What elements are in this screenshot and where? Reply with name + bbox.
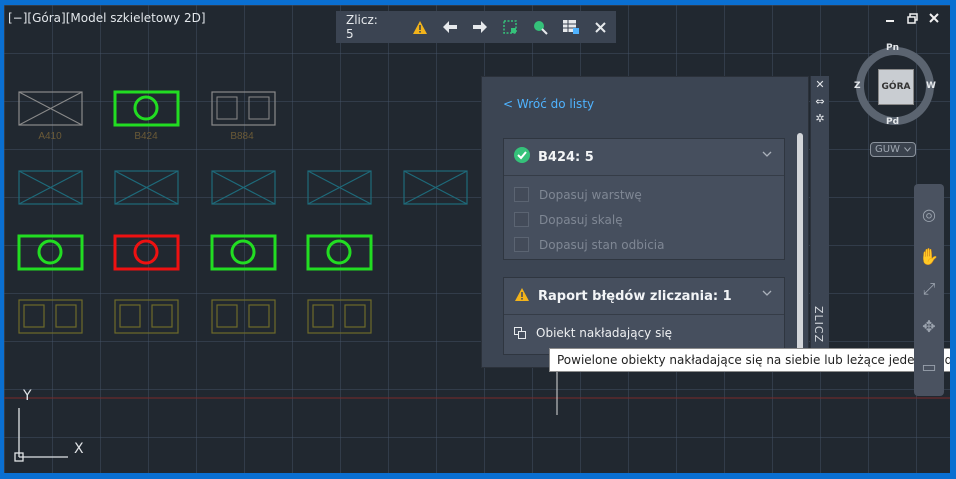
- compass-west[interactable]: Z: [854, 81, 861, 91]
- option-label: Dopasuj skalę: [539, 212, 623, 227]
- viewcube-face-top[interactable]: GÓRA: [878, 69, 914, 105]
- chevron-down-icon[interactable]: [762, 147, 772, 160]
- overlap-icon: [514, 327, 526, 339]
- option-label: Dopasuj stan odbicia: [539, 237, 665, 252]
- close-icon[interactable]: ✕: [811, 76, 829, 93]
- error-item-overlapping[interactable]: Obiekt nakładający się: [504, 315, 784, 351]
- block-label-a410: A410: [38, 131, 62, 142]
- next-arrow-icon[interactable]: [465, 13, 495, 41]
- orbit-icon[interactable]: ✥: [918, 316, 940, 338]
- close-icon[interactable]: [586, 13, 616, 41]
- drawing-viewport[interactable]: [−][Góra][Model szkieletowy 2D] A410 B42…: [4, 5, 950, 473]
- pan-hand-icon[interactable]: ✋: [918, 246, 940, 268]
- showmotion-icon[interactable]: ▭: [918, 356, 940, 378]
- error-report-card: Raport błędów zliczania: 1 Obiekt nakład…: [503, 277, 785, 355]
- count-label: Zlicz:: [346, 13, 378, 27]
- properties-icon[interactable]: ✲: [811, 110, 829, 127]
- block-b424-instance-4[interactable]: [306, 234, 373, 271]
- block-a410[interactable]: [18, 91, 83, 126]
- count-value: 5: [346, 27, 354, 41]
- block-count-title: B424: 5: [538, 149, 594, 165]
- count-toolbar: Zlicz: 5: [336, 11, 616, 43]
- error-item-label: Obiekt nakładający się: [536, 326, 673, 340]
- block-b424-highlighted[interactable]: [113, 90, 180, 127]
- back-to-list-link[interactable]: < Wróć do listy: [503, 97, 594, 111]
- palette-title-vertical: ZLICZ: [812, 306, 825, 344]
- zoom-object-icon[interactable]: [525, 13, 555, 41]
- compass-north[interactable]: Pn: [886, 43, 899, 53]
- option-label: Dopasuj warstwę: [539, 187, 642, 202]
- compass-south[interactable]: Pd: [886, 117, 899, 127]
- check-circle-icon: [514, 147, 530, 167]
- block-b884[interactable]: [211, 91, 276, 126]
- warning-icon: [514, 287, 530, 306]
- option-match-mirror[interactable]: Dopasuj stan odbicia: [504, 232, 784, 257]
- block-count-header[interactable]: B424: 5: [504, 139, 784, 176]
- count-palette: < Wróć do listy B424: 5 Dopasuj warstwę: [481, 76, 809, 368]
- option-match-layer[interactable]: Dopasuj warstwę: [504, 182, 784, 207]
- steering-wheel-icon[interactable]: ◎: [918, 204, 940, 226]
- block-row-b884-olive[interactable]: [18, 299, 372, 334]
- block-b424-instance-1[interactable]: [17, 234, 84, 271]
- block-count-card: B424: 5 Dopasuj warstwę Dopasuj skalę Do…: [503, 138, 785, 260]
- error-report-title: Raport błędów zliczania: 1: [538, 288, 732, 304]
- checkbox[interactable]: [514, 237, 529, 252]
- ucs-y-label: Y: [23, 388, 32, 404]
- zoom-extents-icon[interactable]: ⤢: [918, 278, 940, 300]
- block-b424-instance-3[interactable]: [210, 234, 277, 271]
- tooltip: Powielone obiekty nakładające się na sie…: [549, 348, 950, 372]
- option-match-scale[interactable]: Dopasuj skalę: [504, 207, 784, 232]
- ucs-x-label: X: [74, 441, 84, 457]
- palette-scrollbar[interactable]: [797, 133, 803, 363]
- block-label-b424: B424: [134, 131, 158, 142]
- block-row-a410-cyan[interactable]: [18, 170, 468, 205]
- ucs-icon: [14, 408, 68, 462]
- insert-table-icon[interactable]: [556, 13, 586, 41]
- auto-hide-icon[interactable]: ⇔: [811, 93, 829, 110]
- chevron-down-icon[interactable]: [762, 286, 772, 299]
- checkbox[interactable]: [514, 187, 529, 202]
- navigation-bar: ◎ ✋ ⤢ ✥ ▭: [914, 184, 944, 396]
- palette-side-strip: ✕ ⇔ ✲ ZLICZ: [810, 76, 829, 366]
- previous-arrow-icon[interactable]: [435, 13, 465, 41]
- select-objects-icon[interactable]: [495, 13, 525, 41]
- block-b424-instance-error[interactable]: [113, 234, 180, 271]
- ucs-menu[interactable]: GUW: [870, 142, 916, 157]
- error-report-header[interactable]: Raport błędów zliczania: 1: [504, 278, 784, 315]
- checkbox[interactable]: [514, 212, 529, 227]
- ucs-menu-label: GUW: [875, 144, 900, 155]
- warning-icon[interactable]: [404, 13, 434, 41]
- chevron-down-icon: [904, 144, 911, 155]
- compass-east[interactable]: W: [926, 81, 936, 91]
- block-label-b884: B884: [230, 131, 254, 142]
